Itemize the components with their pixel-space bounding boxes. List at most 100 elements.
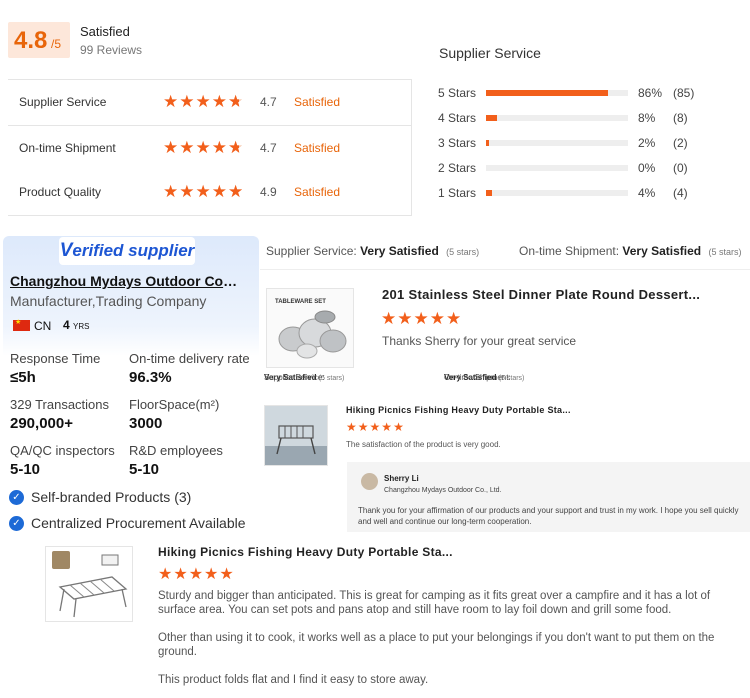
review-text: The satisfaction of the product is very … [346, 440, 501, 449]
rating-stars: ★ ★ ★ ★ ★ ★ [163, 139, 243, 156]
company-name-link[interactable]: Changzhou Mydays Outdoor Co., Ltd. [10, 273, 240, 289]
rating-table: Supplier Service ★ ★ ★ ★ ★ ★ 4.7 Satisfied On… [8, 79, 412, 216]
star-icon: ★ ★ [228, 182, 244, 201]
distribution-percent: 8% [638, 111, 656, 125]
star-icon: ★ ★ [228, 92, 244, 111]
header-label: On-time Shipment: [519, 244, 620, 258]
avatar [361, 473, 378, 490]
rating-text: Satisfied [294, 185, 341, 199]
distribution-percent: 2% [638, 136, 656, 150]
review-paragraph: Other than using it to cook, it works we… [158, 632, 715, 658]
header-stars: (5 stars) [708, 247, 742, 257]
meta-label: On-time Shipment: [444, 373, 511, 382]
review-paragraph: This product folds flat and I find it ea… [158, 674, 429, 686]
review-stars: ★ ★ ★ ★ ★ [346, 421, 404, 433]
rating-row-product-quality: Product Quality ★ ★ ★ ★ ★ ★ 4.9 Satisfied [8, 170, 411, 215]
distribution-label: 5 Stars [438, 86, 477, 100]
overall-score-max: /5 [51, 37, 62, 51]
verified-badge-v: V [59, 240, 73, 261]
years-number: 4 [63, 318, 70, 332]
review-stars: ★ ★ ★ ★ ★ [158, 567, 234, 583]
metric-value: ≤5h [10, 369, 36, 386]
years-badge: 4 YRS [63, 318, 89, 332]
tableware-image: TABLEWARE SET [267, 289, 353, 367]
distribution-bar-track [486, 115, 628, 121]
reply-text: Thank you for your affirmation of our pr… [358, 506, 739, 526]
distribution-bar-track [486, 90, 628, 96]
rating-score: 4.7 [260, 141, 277, 155]
product-thumbnail[interactable] [45, 546, 133, 622]
star-icon: ★ [397, 309, 413, 328]
distribution-bar-track [486, 165, 628, 171]
distribution-title: Supplier Service [439, 45, 541, 61]
review-count[interactable]: 99 Reviews [80, 43, 142, 57]
metric-label: FloorSpace(m²) [129, 397, 220, 412]
feature-self-branded: ✓ Self-branded Products (3) [9, 489, 191, 505]
feature-centralized-procurement: ✓ Centralized Procurement Available [9, 515, 246, 531]
star-icon: ★ [346, 420, 357, 434]
distribution-label: 1 Stars [438, 186, 477, 200]
feature-label: Self-branded Products (3) [31, 489, 192, 505]
rating-row-on-time-shipment: On-time Shipment ★ ★ ★ ★ ★ ★ 4.7 Satisfied [8, 125, 411, 170]
product-thumbnail[interactable] [264, 405, 328, 466]
review-product-title[interactable]: 201 Stainless Steel Dinner Plate Round D… [382, 287, 700, 302]
metric-value: 5-10 [10, 461, 41, 478]
star-icon: ★ [413, 309, 429, 328]
rating-text: Satisfied [294, 95, 341, 109]
star-icon: ★ [211, 138, 227, 157]
grill-stand-image [46, 547, 132, 621]
metric-label: Response Time [10, 351, 101, 366]
distribution-row: 2 Stars 0% (0) [438, 161, 738, 181]
star-icon: ★ [381, 309, 397, 328]
star-icon: ★ [195, 138, 211, 157]
company-type: Manufacturer,Trading Company [10, 293, 207, 309]
distribution-row: 5 Stars 86% (85) [438, 86, 738, 106]
metric-value: 5-10 [129, 461, 160, 478]
review-stars: ★ ★ ★ ★ ★ [381, 310, 461, 327]
star-icon: ★ [429, 309, 445, 328]
metric-label: QA/QC inspectors [10, 443, 115, 458]
star-icon: ★ [211, 182, 227, 201]
reply-author-company: Changzhou Mydays Outdoor Co., Ltd. [384, 487, 502, 494]
star-icon: ★ [158, 566, 173, 583]
star-icon: ★ [393, 420, 404, 434]
metric-label: R&D employees [129, 443, 223, 458]
star-icon: ★ [163, 182, 179, 201]
star-icon: ★ [219, 566, 234, 583]
verified-check-icon: ✓ [9, 489, 24, 505]
star-icon: ★ [381, 420, 393, 434]
star-icon: ★ [195, 182, 211, 201]
metric-label: On-time delivery rate [129, 351, 250, 366]
review-summary-header: Supplier Service: Very Satisfied (5 star… [260, 236, 750, 270]
review-product-title[interactable]: Hiking Picnics Fishing Heavy Duty Portab… [158, 545, 453, 559]
distribution-bar-track [486, 140, 628, 146]
review-paragraph: Sturdy and bigger than anticipated. This… [158, 590, 711, 616]
header-stars: (5 stars) [446, 247, 480, 257]
rating-stars: ★ ★ ★ ★ ★ ★ [163, 183, 243, 200]
country-code: CN [34, 319, 52, 333]
metric-on-time-delivery: On-time delivery rate 96.3% [129, 351, 250, 386]
overall-rating-text: Satisfied [80, 24, 130, 39]
rating-score: 4.9 [260, 185, 277, 199]
header-value: Very Satisfied [360, 244, 439, 258]
distribution-count: (85) [673, 86, 695, 100]
product-thumbnail[interactable]: TABLEWARE SET [266, 288, 354, 368]
verified-badge-text: erified supplier [72, 241, 195, 260]
distribution-row: 3 Stars 2% (2) [438, 136, 738, 156]
verified-supplier-badge: Verified supplier [59, 237, 195, 265]
distribution-row: 1 Stars 4% (4) [438, 186, 738, 206]
star-icon: ★ [163, 138, 179, 157]
review-product-title[interactable]: Hiking Picnics Fishing Heavy Duty Portab… [346, 405, 571, 415]
metric-value: 3000 [129, 415, 163, 432]
metric-response-time: Response Time ≤5h [10, 351, 100, 386]
distribution-percent: 4% [638, 186, 656, 200]
rating-label: Product Quality [19, 185, 102, 199]
review-text: Thanks Sherry for your great service [382, 334, 577, 348]
distribution-percent: 86% [638, 86, 663, 100]
metric-value: 290,000+ [10, 415, 73, 432]
distribution-percent: 0% [638, 161, 656, 175]
star-icon: ★ [369, 420, 381, 434]
star-icon: ★ [204, 566, 219, 583]
meta-label: Supplier Service: [264, 373, 325, 382]
years-unit: YRS [73, 322, 90, 331]
